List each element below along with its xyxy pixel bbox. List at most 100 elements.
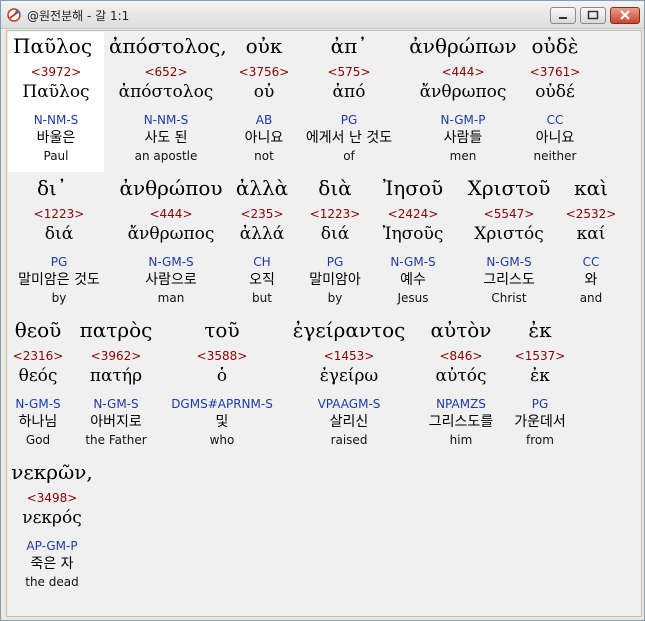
- greek-word: ἀνθρώπων: [409, 34, 517, 58]
- english-gloss: and: [579, 291, 603, 305]
- greek-word: Παῦλος: [13, 34, 93, 58]
- greek-word: ἀπ᾽: [330, 34, 368, 58]
- lemma: πατήρ: [89, 366, 143, 386]
- strong-number: <2424>: [387, 207, 439, 221]
- strong-number: <3972>: [30, 65, 82, 79]
- interlinear-panel[interactable]: Παῦλος <3972> Παῦλος N-NM-S 바울은 Paul ἀπό…: [6, 30, 642, 617]
- maximize-button[interactable]: [580, 7, 606, 24]
- greek-word: ἀλλὰ: [235, 176, 289, 200]
- korean-gloss: 사람들: [443, 130, 483, 146]
- strong-number: <1223>: [33, 207, 85, 221]
- lemma: Ἰησοῦς: [382, 224, 444, 244]
- strong-number: <3498>: [26, 491, 78, 505]
- korean-gloss: 그리스도를: [428, 414, 494, 430]
- korean-gloss: 그리스도: [483, 272, 535, 288]
- english-gloss: an apostle: [134, 149, 198, 163]
- window-title: @원전분해 - 갈 1:1: [27, 9, 130, 23]
- strong-number: <1223>: [309, 207, 361, 221]
- korean-gloss: 오직: [249, 272, 275, 288]
- lemma: ἀπόστολος: [118, 82, 214, 102]
- lemma: ἐκ: [530, 366, 550, 386]
- morphology-code: CC: [546, 113, 564, 127]
- morphology-code: PG: [326, 255, 344, 269]
- morphology-code: N-NM-S: [33, 113, 79, 127]
- english-gloss: by: [327, 291, 343, 305]
- strong-number: <3962>: [90, 349, 142, 363]
- morphology-code: N-GM-S: [148, 255, 194, 269]
- korean-gloss: 및: [215, 414, 229, 430]
- korean-gloss: 아니요: [244, 130, 284, 146]
- morphology-code: N-GM-P: [440, 113, 486, 127]
- morphology-code: CC: [582, 255, 600, 269]
- strong-number: <3756>: [238, 65, 290, 79]
- korean-gloss: 살리신: [329, 414, 369, 430]
- lemma: νεκρός: [22, 508, 82, 528]
- korean-gloss: 말미암은 것도: [18, 272, 100, 288]
- morphology-code: AP-GM-P: [26, 539, 78, 553]
- strong-number: <652>: [144, 65, 188, 79]
- greek-word: ἐγείραντος: [292, 318, 406, 342]
- lemma: Χριστός: [474, 224, 544, 244]
- lemma: οὐ: [253, 82, 275, 102]
- lemma: καί: [576, 224, 606, 244]
- maximize-icon: [587, 10, 599, 20]
- app-logo-icon: [7, 7, 21, 22]
- morphology-code: N-GM-S: [390, 255, 436, 269]
- english-gloss: but: [252, 291, 272, 305]
- minimize-icon: [559, 17, 567, 19]
- morphology-code: PG: [50, 255, 68, 269]
- korean-gloss: 에게서 난 것도: [305, 130, 393, 146]
- english-gloss: of: [343, 149, 355, 163]
- greek-word: τοῦ: [204, 318, 240, 342]
- korean-gloss: 예수: [400, 272, 426, 288]
- english-gloss: by: [51, 291, 67, 305]
- lemma: αὐτός: [435, 366, 487, 386]
- english-gloss: Christ: [491, 291, 527, 305]
- strong-number: <235>: [240, 207, 284, 221]
- title-bar[interactable]: @원전분해 - 갈 1:1: [1, 1, 644, 29]
- minimize-button[interactable]: [550, 7, 576, 24]
- english-gloss: men: [449, 149, 477, 163]
- strong-number: <5547>: [483, 207, 535, 221]
- greek-word: πατρὸς: [79, 318, 153, 342]
- strong-number: <3588>: [196, 349, 248, 363]
- greek-word: οὐκ: [245, 34, 283, 58]
- english-gloss: raised: [330, 433, 368, 447]
- english-gloss: the dead: [25, 575, 79, 589]
- lemma: θεός: [18, 366, 58, 386]
- english-gloss: not: [254, 149, 274, 163]
- korean-gloss: 바울은: [36, 130, 76, 146]
- morphology-code: PG: [340, 113, 358, 127]
- greek-word: οὐδὲ: [531, 34, 579, 58]
- app-window: @원전분해 - 갈 1:1 Παῦλος <3972> Παῦλος N-NM-…: [0, 0, 645, 621]
- english-gloss: Jesus: [397, 291, 429, 305]
- morphology-code: NPAMZS: [436, 397, 486, 411]
- korean-gloss: 죽은 자: [30, 556, 74, 572]
- morphology-code: CH: [253, 255, 271, 269]
- greek-word: Ἰησοῦ: [382, 176, 444, 200]
- morphology-code: N-GM-S: [486, 255, 532, 269]
- lemma: οὐδέ: [535, 82, 575, 102]
- greek-word: διὰ: [318, 176, 352, 200]
- strong-number: <3761>: [529, 65, 581, 79]
- korean-gloss: 아니요: [535, 130, 575, 146]
- morphology-code: DGMS#APRNM-S: [171, 397, 273, 411]
- morphology-code: PG: [531, 397, 549, 411]
- lemma: ἄνθρωπος: [419, 82, 507, 102]
- lemma: ἀπό: [332, 82, 366, 102]
- english-gloss: neither: [533, 149, 577, 163]
- morphology-code: VPAAGM-S: [317, 397, 381, 411]
- lemma: ἐγείρω: [319, 366, 379, 386]
- korean-gloss: 사도 된: [144, 130, 188, 146]
- strong-number: <846>: [439, 349, 483, 363]
- close-button[interactable]: [610, 7, 640, 24]
- greek-word: καὶ: [574, 176, 608, 200]
- lemma: διά: [320, 224, 350, 244]
- english-gloss: the Father: [85, 433, 147, 447]
- korean-gloss: 와: [584, 272, 598, 288]
- strong-number: <444>: [149, 207, 193, 221]
- greek-word: ἀπόστολος,: [109, 34, 227, 58]
- morphology-code: N-GM-S: [93, 397, 139, 411]
- strong-number: <2532>: [565, 207, 617, 221]
- greek-word: θεοῦ: [14, 318, 62, 342]
